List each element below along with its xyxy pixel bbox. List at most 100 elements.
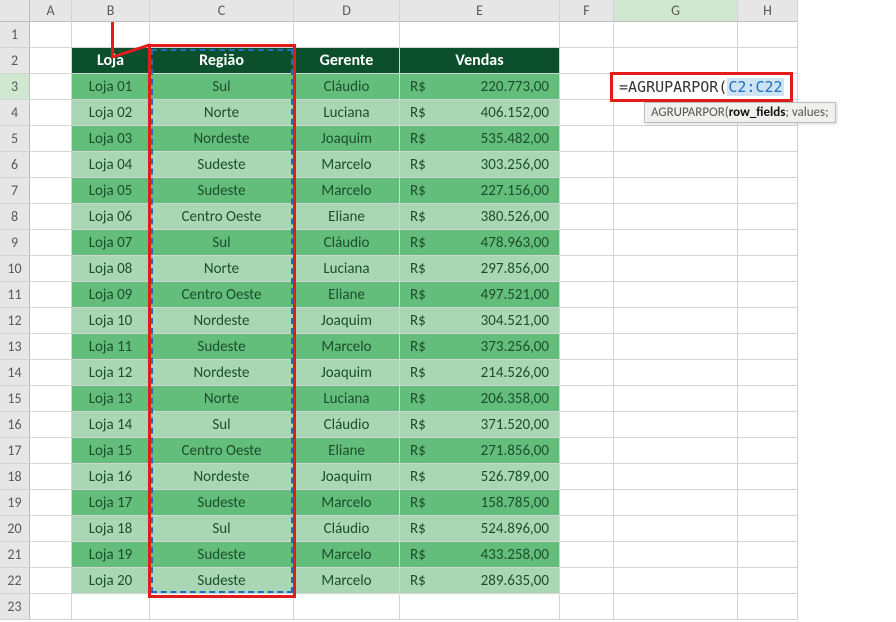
cell-B2[interactable]: Loja [72,48,150,74]
cell-F6[interactable] [560,152,614,178]
cell-A23[interactable] [30,594,72,620]
cell-D9[interactable]: Cláudio [294,230,400,256]
cell-G14[interactable] [614,360,738,386]
cell-H14[interactable] [738,360,798,386]
cell-E1[interactable] [400,22,560,48]
cell-E12[interactable]: R$304.521,00 [400,308,560,334]
cell-E8[interactable]: R$380.526,00 [400,204,560,230]
cell-B19[interactable]: Loja 17 [72,490,150,516]
cell-E11[interactable]: R$497.521,00 [400,282,560,308]
row-header-15[interactable]: 15 [0,386,30,412]
cell-F4[interactable] [560,100,614,126]
cell-G8[interactable] [614,204,738,230]
cell-G12[interactable] [614,308,738,334]
cell-C23[interactable] [150,594,294,620]
cell-H9[interactable] [738,230,798,256]
cell-B11[interactable]: Loja 09 [72,282,150,308]
cell-E5[interactable]: R$535.482,00 [400,126,560,152]
cell-A12[interactable] [30,308,72,334]
cell-B21[interactable]: Loja 19 [72,542,150,568]
cell-C7[interactable]: Sudeste [150,178,294,204]
cell-C5[interactable]: Nordeste [150,126,294,152]
cell-H10[interactable] [738,256,798,282]
cell-A3[interactable] [30,74,72,100]
cell-E6[interactable]: R$303.256,00 [400,152,560,178]
cell-H16[interactable] [738,412,798,438]
cell-F18[interactable] [560,464,614,490]
cell-D3[interactable]: Cláudio [294,74,400,100]
cell-H21[interactable] [738,542,798,568]
cell-B17[interactable]: Loja 15 [72,438,150,464]
cell-C15[interactable]: Norte [150,386,294,412]
cell-F2[interactable] [560,48,614,74]
cell-D13[interactable]: Marcelo [294,334,400,360]
cell-F23[interactable] [560,594,614,620]
cell-B12[interactable]: Loja 10 [72,308,150,334]
cell-D8[interactable]: Eliane [294,204,400,230]
cell-F21[interactable] [560,542,614,568]
cell-F20[interactable] [560,516,614,542]
cell-E13[interactable]: R$373.256,00 [400,334,560,360]
cell-H6[interactable] [738,152,798,178]
cell-E10[interactable]: R$297.856,00 [400,256,560,282]
cell-E17[interactable]: R$271.856,00 [400,438,560,464]
cell-F17[interactable] [560,438,614,464]
column-header-D[interactable]: D [294,0,400,22]
cell-F16[interactable] [560,412,614,438]
cell-C3[interactable]: Sul [150,74,294,100]
cell-D4[interactable]: Luciana [294,100,400,126]
cell-G23[interactable] [614,594,738,620]
column-header-B[interactable]: B [72,0,150,22]
row-header-23[interactable]: 23 [0,594,30,620]
cell-D5[interactable]: Joaquim [294,126,400,152]
cell-D18[interactable]: Joaquim [294,464,400,490]
cell-E20[interactable]: R$524.896,00 [400,516,560,542]
cell-C1[interactable] [150,22,294,48]
cell-H12[interactable] [738,308,798,334]
cell-B10[interactable]: Loja 08 [72,256,150,282]
row-header-5[interactable]: 5 [0,126,30,152]
cell-B14[interactable]: Loja 12 [72,360,150,386]
cell-B3[interactable]: Loja 01 [72,74,150,100]
row-header-6[interactable]: 6 [0,152,30,178]
cell-F15[interactable] [560,386,614,412]
cell-D23[interactable] [294,594,400,620]
cell-E19[interactable]: R$158.785,00 [400,490,560,516]
cell-F3[interactable] [560,74,614,100]
cell-E16[interactable]: R$371.520,00 [400,412,560,438]
cell-D15[interactable]: Luciana [294,386,400,412]
column-header-G[interactable]: G [614,0,738,22]
cell-C22[interactable]: Sudeste [150,568,294,594]
cell-G1[interactable] [614,22,738,48]
cell-B7[interactable]: Loja 05 [72,178,150,204]
cell-B23[interactable] [72,594,150,620]
cell-G22[interactable] [614,568,738,594]
cell-C14[interactable]: Nordeste [150,360,294,386]
cell-F22[interactable] [560,568,614,594]
column-header-H[interactable]: H [738,0,798,22]
row-header-4[interactable]: 4 [0,100,30,126]
cell-A15[interactable] [30,386,72,412]
cell-H2[interactable] [738,48,798,74]
cell-G16[interactable] [614,412,738,438]
cell-G5[interactable] [614,126,738,152]
cell-C17[interactable]: Centro Oeste [150,438,294,464]
cell-D17[interactable]: Eliane [294,438,400,464]
cell-B20[interactable]: Loja 18 [72,516,150,542]
cell-E22[interactable]: R$289.635,00 [400,568,560,594]
cell-F8[interactable] [560,204,614,230]
row-header-19[interactable]: 19 [0,490,30,516]
row-header-22[interactable]: 22 [0,568,30,594]
cell-F7[interactable] [560,178,614,204]
cell-A2[interactable] [30,48,72,74]
row-header-9[interactable]: 9 [0,230,30,256]
cell-B6[interactable]: Loja 04 [72,152,150,178]
row-header-20[interactable]: 20 [0,516,30,542]
cell-A8[interactable] [30,204,72,230]
cell-C12[interactable]: Nordeste [150,308,294,334]
column-header-E[interactable]: E [400,0,560,22]
cell-H5[interactable] [738,126,798,152]
cell-G13[interactable] [614,334,738,360]
cell-A20[interactable] [30,516,72,542]
cell-A10[interactable] [30,256,72,282]
